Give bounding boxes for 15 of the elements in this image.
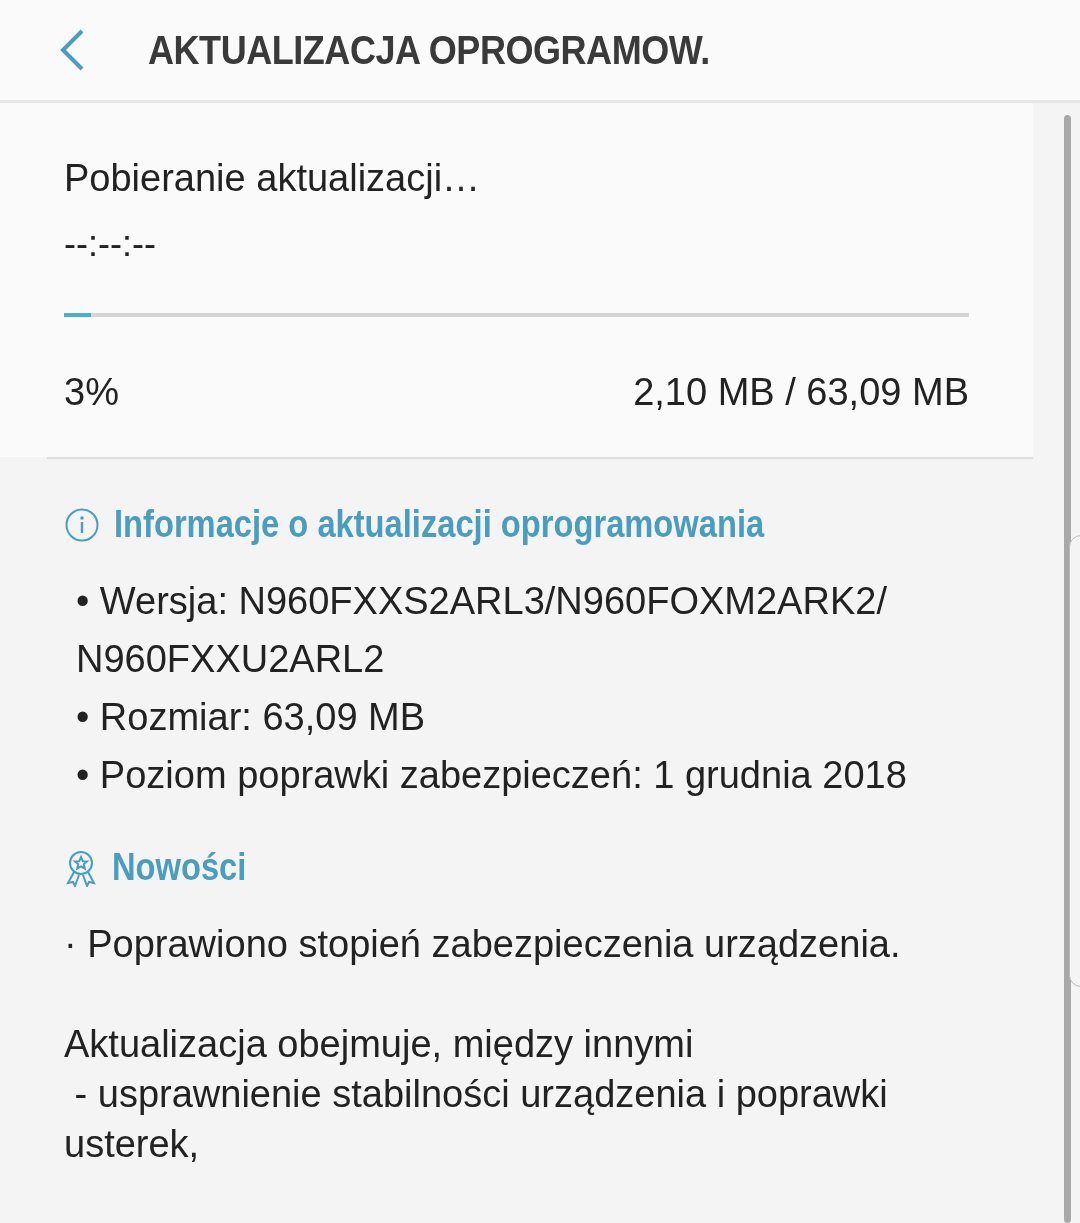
info-item: • Rozmiar: 63,09 MB xyxy=(75,695,427,740)
progress-percent: 3% xyxy=(64,370,119,415)
section-heading: Informacje o aktualizacji oprogramowania xyxy=(114,503,765,546)
back-icon xyxy=(58,28,86,72)
info-icon xyxy=(64,506,100,543)
award-icon xyxy=(64,848,98,887)
screen-title: AKTUALIZACJA OPROGRAMOW. xyxy=(148,27,710,73)
info-item: • Poziom poprawki zabezpieczeń: 1 grudnia 2018 xyxy=(75,753,908,798)
news-paragraph: Aktualizacja obejmuje, między innymi - usprawnienie stabilności urządzenia i poprawki usterek, xyxy=(64,1022,889,1167)
info-item: • Wersja: N960FXXS2ARL3/N960FOXM2ARK2/ N960FXXU2ARL2 xyxy=(75,579,888,682)
remaining-time: --:--:-- xyxy=(64,222,157,266)
news-paragraph: · Poprawiono stopień zabezpieczenia urządzenia. xyxy=(64,922,902,967)
downloaded-size: 2,10 MB / 63,09 MB xyxy=(633,370,969,415)
download-status: Pobieranie aktualizacji… xyxy=(64,156,482,201)
section-heading: Nowości xyxy=(112,846,247,889)
